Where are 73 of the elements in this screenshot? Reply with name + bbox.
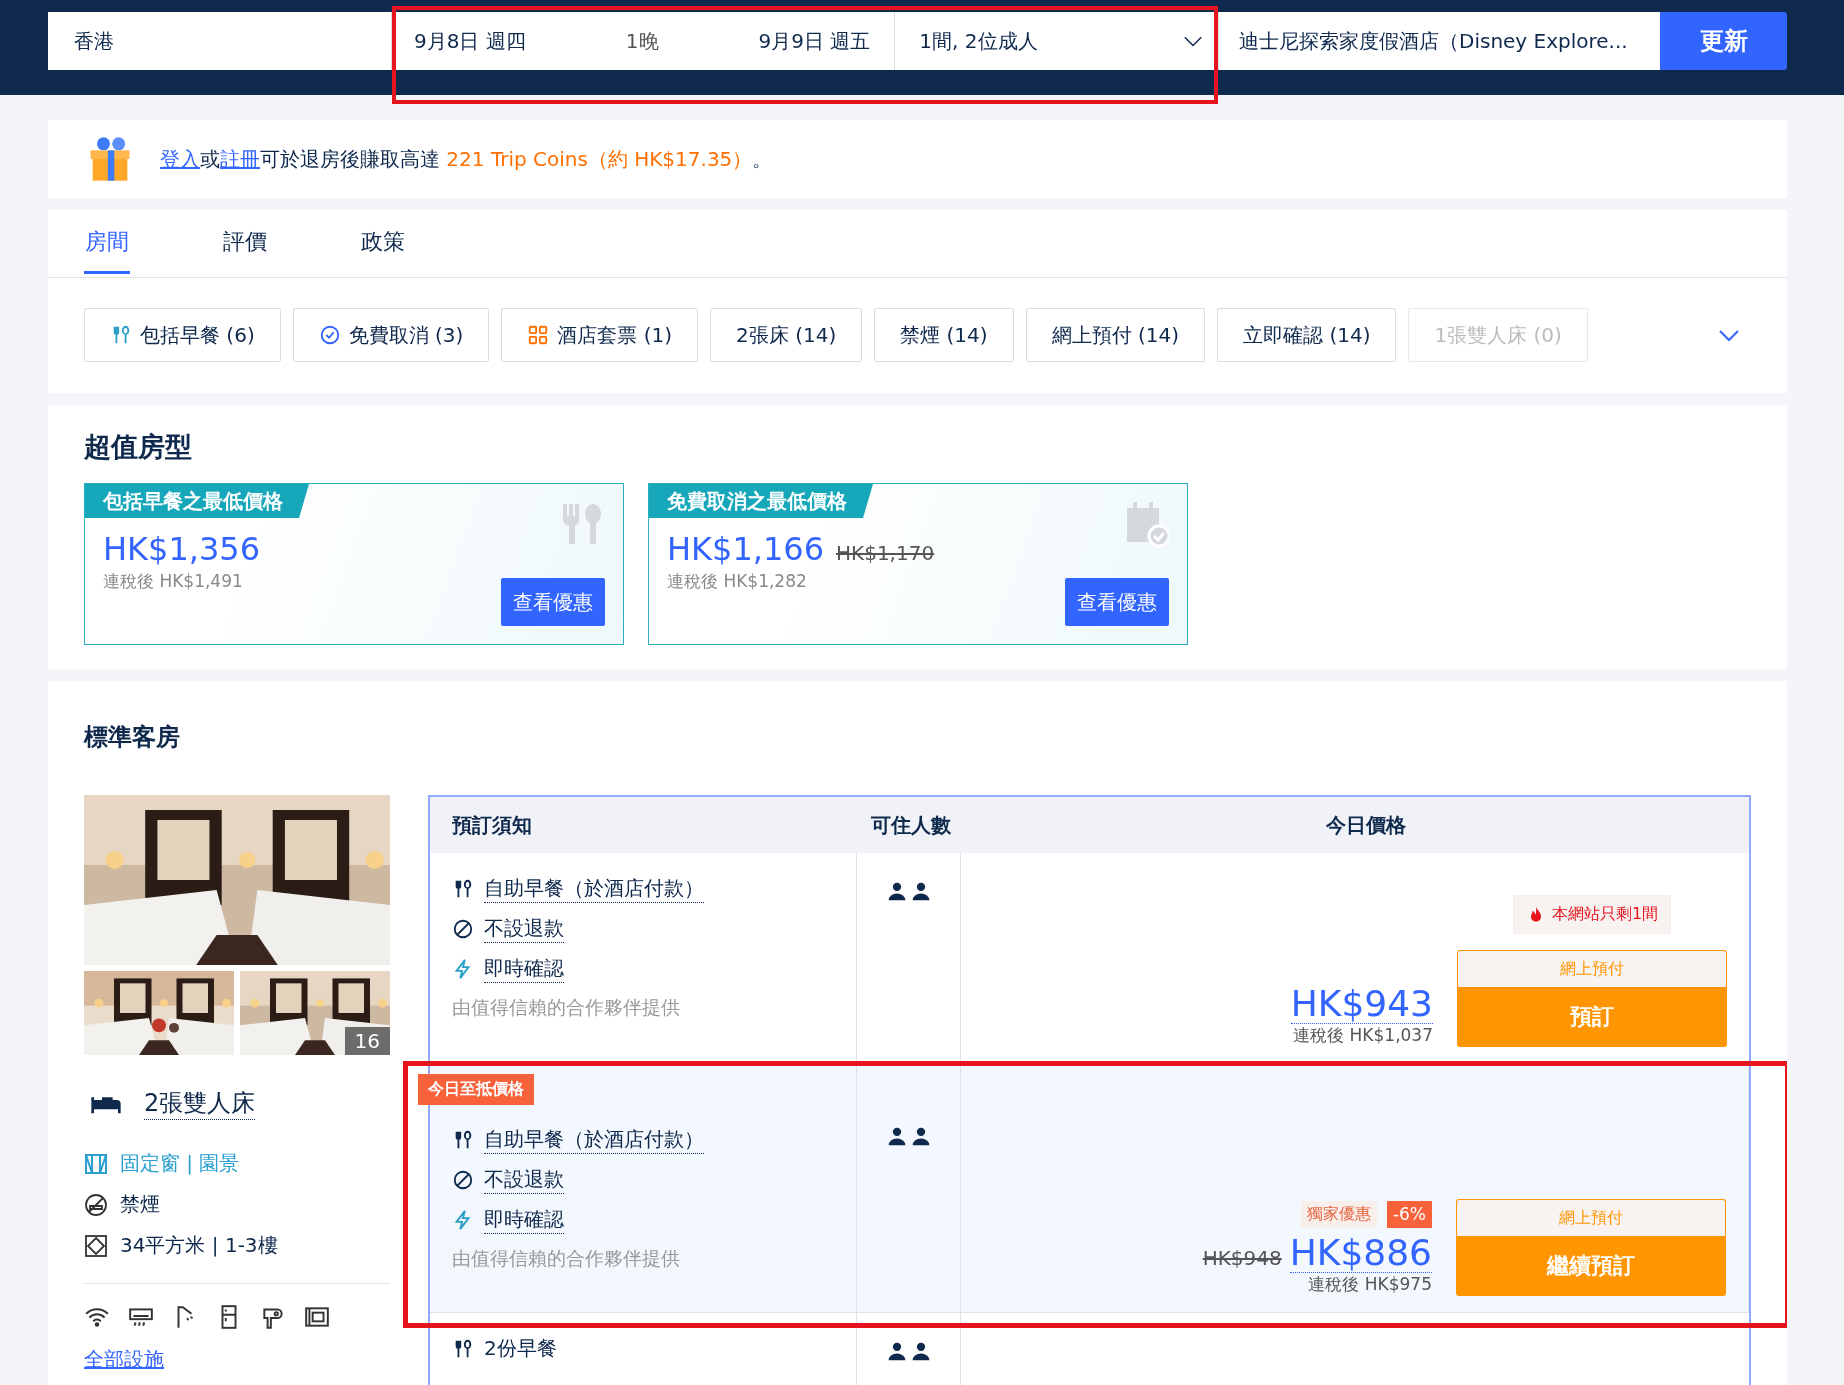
photo-count: 16 xyxy=(344,1027,390,1055)
original-price: HK$948 xyxy=(1202,1246,1282,1271)
after-tax-price: 連稅後 HK$1,282 xyxy=(667,570,808,593)
checkout-date[interactable]: 9月9日 週五 xyxy=(758,27,871,55)
nights-count: 1晚 xyxy=(625,27,659,55)
section-title: 標準客房 xyxy=(84,722,181,753)
column-header: 可住人數 xyxy=(870,811,952,839)
tab[interactable]: 政策 xyxy=(360,210,406,274)
filter-chip[interactable]: 酒店套票 (1) xyxy=(501,308,699,362)
column-header: 今日價格 xyxy=(1325,811,1407,839)
hotel-field[interactable]: 迪士尼探索家度假酒店（Disney Explore... xyxy=(1218,12,1660,70)
destination-field[interactable]: 香港 xyxy=(48,12,392,70)
payment-label: 網上預付 xyxy=(1457,950,1727,987)
booking-term[interactable]: 不設退款 xyxy=(484,915,564,943)
window-icon xyxy=(84,1151,108,1176)
booking-term[interactable]: 不設退款 xyxy=(484,1166,564,1194)
all-facilities-link[interactable]: 全部設施 xyxy=(84,1346,390,1373)
room-feature: 禁煙 xyxy=(120,1191,160,1218)
price[interactable]: HK$943 xyxy=(1290,985,1433,1024)
filter-chip[interactable]: 包括早餐 (6) xyxy=(84,308,281,362)
filter-chip[interactable]: 網上預付 (14) xyxy=(1025,308,1206,362)
floor-area-icon xyxy=(84,1233,108,1258)
booking-term[interactable]: 自助早餐（於酒店付款） xyxy=(484,1126,704,1154)
grid-icon xyxy=(527,324,550,346)
provider-note: 由值得信賴的合作夥伴提供 xyxy=(452,1246,681,1271)
no-smoking-icon xyxy=(84,1192,108,1217)
link[interactable]: 註冊 xyxy=(220,146,260,171)
safe-icon xyxy=(304,1304,330,1330)
promo-tag: 獨家優惠 xyxy=(1300,1201,1377,1229)
tab[interactable]: 房間 xyxy=(84,210,130,274)
filter-chip[interactable]: 立即確認 (14) xyxy=(1217,308,1397,362)
check-circle-icon xyxy=(318,324,341,346)
room-feature: 34平方米 | 1-3樓 xyxy=(120,1232,278,1259)
booking-term[interactable]: 即時確認 xyxy=(484,1206,564,1234)
bed-type[interactable]: 2張雙人床 xyxy=(144,1087,256,1120)
deal-tag: 包括早餐之最低價格 xyxy=(85,484,309,518)
after-tax-price: 連稅後 HK$975 xyxy=(1308,1273,1432,1296)
view-deal-button[interactable]: 查看優惠 xyxy=(501,578,605,626)
booking-term[interactable]: 自助早餐（於酒店付款） xyxy=(484,875,704,903)
update-button[interactable]: 更新 xyxy=(1660,12,1787,70)
price: HK$1,166 xyxy=(667,530,824,568)
view-deal-button[interactable]: 查看優惠 xyxy=(1065,578,1169,626)
prohibited-icon xyxy=(452,918,474,940)
original-price: HK$1,170 xyxy=(836,541,935,565)
section-title: 超值房型 xyxy=(84,430,193,464)
booking-term: 2份早餐 xyxy=(484,1335,557,1362)
tab[interactable]: 評價 xyxy=(222,210,268,274)
person-icon xyxy=(886,881,907,901)
payment-label: 網上預付 xyxy=(1456,1199,1726,1236)
prohibited-icon xyxy=(452,1169,474,1191)
person-icon xyxy=(910,881,931,901)
person-icon xyxy=(886,1341,907,1361)
column-header: 預訂須知 xyxy=(451,811,533,839)
filter-chip[interactable]: 免費取消 (3) xyxy=(292,308,490,362)
person-icon xyxy=(886,1126,907,1146)
guests-dropdown[interactable]: 1間, 2位成人 xyxy=(919,27,1218,55)
link[interactable]: 登入 xyxy=(160,146,200,171)
provider-note: 由值得信賴的合作夥伴提供 xyxy=(452,995,681,1020)
availability-notice: 本網站只剩1間 xyxy=(1512,895,1672,934)
price: HK$1,356 xyxy=(103,530,260,568)
filter-chip[interactable]: 2張床 (14) xyxy=(710,308,863,362)
checkin-date[interactable]: 9月8日 週四 xyxy=(414,27,526,55)
price[interactable]: HK$886 xyxy=(1289,1234,1432,1273)
after-tax-price: 連稅後 HK$1,037 xyxy=(1293,1024,1433,1047)
booking-term[interactable]: 即時確認 xyxy=(484,955,564,983)
discount-tag: -6% xyxy=(1386,1201,1432,1229)
deal-tag: 免費取消之最低價格 xyxy=(649,484,873,518)
filter-chip[interactable]: 禁煙 (14) xyxy=(874,308,1014,362)
best-price-tag: 今日至抵價格 xyxy=(418,1074,534,1105)
after-tax-price: 連稅後 HK$1,491 xyxy=(103,570,244,593)
person-icon xyxy=(910,1126,931,1146)
person-icon xyxy=(910,1341,931,1361)
coins-message: 登入或註冊可於退房後賺取高達 221 Trip Coins（約 HK$17.35）。 xyxy=(160,145,773,173)
